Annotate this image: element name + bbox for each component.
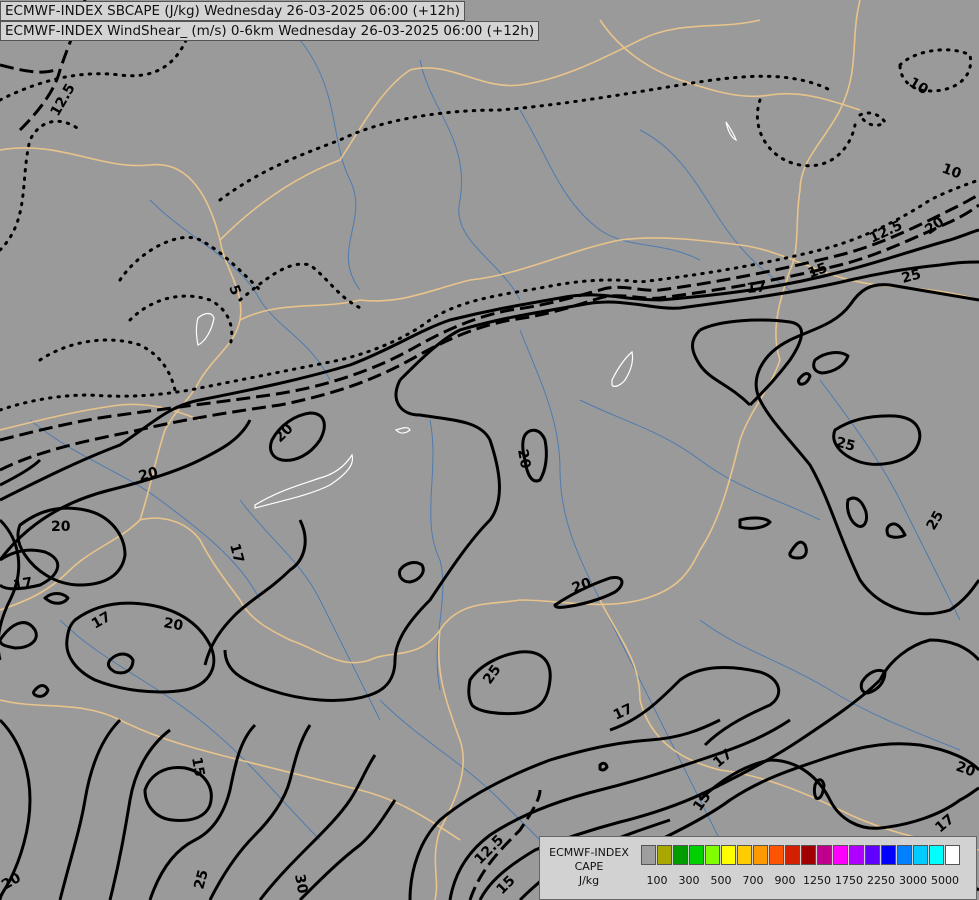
legend-tick: 900 [774, 874, 796, 887]
legend-tick: 100 [646, 874, 668, 887]
contour-label: 30 [291, 873, 310, 895]
legend-tick: 2250 [867, 874, 895, 887]
legend-swatch [721, 845, 736, 865]
legend-swatch [833, 845, 848, 865]
map-background [0, 0, 979, 900]
weather-map: 12.5 10 10 12.5 20 15 25 17 5 20 20 20 2… [0, 0, 979, 900]
legend-swatch [705, 845, 720, 865]
contour-label: 17 [12, 575, 34, 594]
legend-swatch [641, 845, 656, 865]
legend-swatch [801, 845, 816, 865]
legend-swatch [673, 845, 688, 865]
legend-swatch [913, 845, 928, 865]
legend-unit: J/kg [578, 874, 600, 887]
contour-label: 15 [188, 756, 207, 778]
legend-title: ECMWF-INDEX CAPE J/kg [543, 846, 635, 888]
legend-model: ECMWF-INDEX [549, 846, 629, 859]
header-sbcape: ECMWF-INDEX SBCAPE (J/kg) Wednesday 26-0… [0, 1, 466, 21]
legend-tick: 300 [678, 874, 700, 887]
legend-swatch [929, 845, 944, 865]
contour-label: 20 [514, 448, 533, 470]
legend-swatch [945, 845, 960, 865]
legend-swatch [785, 845, 800, 865]
header-windshear: ECMWF-INDEX WindShear_ (m/s) 0-6km Wedne… [0, 21, 540, 41]
legend-tick: 500 [710, 874, 732, 887]
legend-swatch [769, 845, 784, 865]
cape-legend: ECMWF-INDEX CAPE J/kg 100 300 500 700 900 125… [539, 836, 977, 900]
contour-label: 20 [162, 615, 184, 634]
legend-swatch [657, 845, 672, 865]
legend-swatch [865, 845, 880, 865]
legend-swatch [881, 845, 896, 865]
legend-swatch [737, 845, 752, 865]
legend-color-scale [641, 845, 961, 865]
legend-swatch [897, 845, 912, 865]
legend-tick: 1750 [835, 874, 863, 887]
contour-label: 20 [51, 519, 71, 535]
legend-swatch [849, 845, 864, 865]
legend-swatch [817, 845, 832, 865]
legend-tick: 1250 [803, 874, 831, 887]
legend-tick-labels: 100 300 500 700 900 1250 1750 2250 3000 5000 [641, 874, 976, 890]
contour-label: 17 [746, 279, 767, 297]
legend-swatch [753, 845, 768, 865]
legend-tick: 3000 [899, 874, 927, 887]
legend-tick: 5000 [931, 874, 959, 887]
legend-parameter: CAPE [574, 860, 604, 873]
legend-swatch [689, 845, 704, 865]
legend-tick: 700 [742, 874, 764, 887]
